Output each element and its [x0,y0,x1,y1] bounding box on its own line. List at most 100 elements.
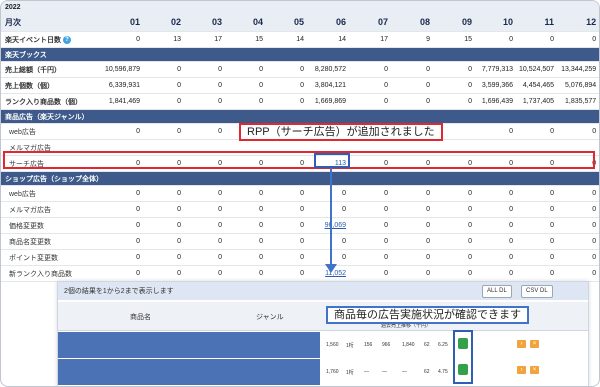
metric-value: 0 [433,93,476,110]
metric-value: 0 [225,185,267,202]
metric-value: 15 [433,31,476,48]
metric-value: 0 [225,201,267,218]
month-header: 11 [516,13,558,32]
metric-row: 価格変更数 0 0 0 0 0 96,069 0 0 0 0 0 0 [1,217,599,234]
metric-value: 0 [391,61,434,78]
metric-value: 0 [433,233,476,250]
month-header: 04 [225,13,267,32]
metric-value: 0 [475,201,517,218]
results-count: 2個の結果を1から2まで表示します [64,288,174,295]
metric-value-link[interactable]: 96,069 [307,217,350,234]
metric-row: 楽天イベント日数? 0 13 17 15 14 14 17 9 15 0 0 0 [1,31,599,48]
metric-value: 0 [225,77,267,94]
edit-icon[interactable]: › [517,366,526,374]
metric-row: 新ランク入り商品数 0 0 0 0 0 11,052 0 0 0 0 0 0 [1,265,599,282]
metric-label: 価格変更数 [1,217,95,234]
csv-download-button[interactable]: CSV DL [521,285,553,298]
metric-label: メルマガ広告 [1,201,95,218]
metric-value: 1,737,405 [516,93,558,110]
metric-label-text: 価格変更数 [9,222,44,230]
search-ad-row-highlight [3,151,595,169]
metric-row: ランク入り商品数（個） 1,841,469 0 0 0 0 1,669,869 0 0 0 1,69… [1,93,599,110]
metric-value: 0 [184,123,226,140]
metric-label: 新ランク入り商品数 [1,265,95,282]
metric-row: 商品名変更数 0 0 0 0 0 0 0 0 0 0 0 0 [1,233,599,250]
edit-icon[interactable]: › [517,340,526,348]
metric-value: 0 [557,31,599,48]
section-title: ショップ広告（ショップ全体） [1,171,599,186]
close-icon[interactable]: × [530,366,539,374]
section-header: 楽天ブックス [1,47,599,62]
metric-value: 8,280,572 [307,61,350,78]
metric-value: 0 [266,61,308,78]
metric-value: 0 [475,249,517,266]
metric-value: 0 [349,185,392,202]
metric-label-text: ポイント変更数 [9,254,58,262]
metric-value: 7,779,313 [475,61,517,78]
metric-value: 0 [349,77,392,94]
metric-value: 0 [391,265,434,282]
monthly-report-table: 2022 月次 01 02 03 04 05 06 07 08 09 10 11 12 楽天イベント日… [1,1,599,282]
metric-value: 0 [391,249,434,266]
close-icon[interactable]: × [530,340,539,348]
metric-value: 5,076,894 [557,77,599,94]
metric-label: 楽天イベント日数? [1,31,95,48]
help-icon[interactable]: ? [63,35,71,44]
metric-value: 0 [557,265,599,282]
search-ad-value-highlight [314,153,350,168]
metric-value: 0 [143,185,185,202]
metric-value: 14 [266,31,308,48]
value-cell: 4.75 [438,369,448,375]
metric-value: 0 [349,233,392,250]
value-cell: 1桁 [346,343,354,349]
col-genre: ジャンル [256,314,284,321]
product-ad-status-panel: 2個の結果を1から2まで表示します ALL DL CSV DL 商品名 ジャンル… [57,281,589,386]
metric-value: 0 [557,185,599,202]
metric-value: 0 [433,201,476,218]
metric-value: 0 [475,31,517,48]
metric-value: 0 [307,201,350,218]
metric-value: 0 [95,233,144,250]
value-cell: 62 [424,342,430,348]
month-header: 05 [266,13,308,32]
metric-value: 0 [184,249,226,266]
metric-value: 0 [266,77,308,94]
metric-value: 0 [475,217,517,234]
all-download-button[interactable]: ALL DL [482,285,512,298]
metric-value: 0 [516,185,558,202]
metric-value: 0 [475,233,517,250]
metric-value: 0 [433,185,476,202]
metric-label-text: ランク入り商品数（個） [5,98,82,106]
metric-value: 1,841,469 [95,93,144,110]
product-row-1[interactable] [58,332,320,358]
metric-value: 0 [391,77,434,94]
metric-value: 0 [184,201,226,218]
value-cell: 62 [424,369,430,375]
metric-value: 0 [184,265,226,282]
metric-value: 0 [349,249,392,266]
metric-label-text: 商品名変更数 [9,238,51,246]
metric-value: 0 [516,123,558,140]
metric-value: 0 [391,185,434,202]
month-header: 09 [433,13,476,32]
metric-value: 0 [143,123,185,140]
metric-value: 1,669,869 [307,93,350,110]
year-label: 2022 [1,1,144,13]
metric-value: 0 [143,93,185,110]
metric-value: 0 [95,123,144,140]
metric-value: 0 [143,61,185,78]
report-frame: 2022 月次 01 02 03 04 05 06 07 08 09 10 11 12 楽天イベント日… [0,0,600,387]
metric-value: 14 [307,31,350,48]
value-cell: 966 [382,342,391,348]
results-toolbar: 2個の結果を1から2まで表示します ALL DL CSV DL [58,282,588,300]
metric-value: 0 [433,265,476,282]
product-row-2[interactable] [58,359,320,385]
metric-value: 0 [143,265,185,282]
metric-value: 0 [225,249,267,266]
metric-value: 0 [516,217,558,234]
metric-value: 0 [391,201,434,218]
metric-value: 0 [225,217,267,234]
month-header: 10 [475,13,517,32]
metric-value: 0 [349,61,392,78]
metric-value: 0 [349,93,392,110]
